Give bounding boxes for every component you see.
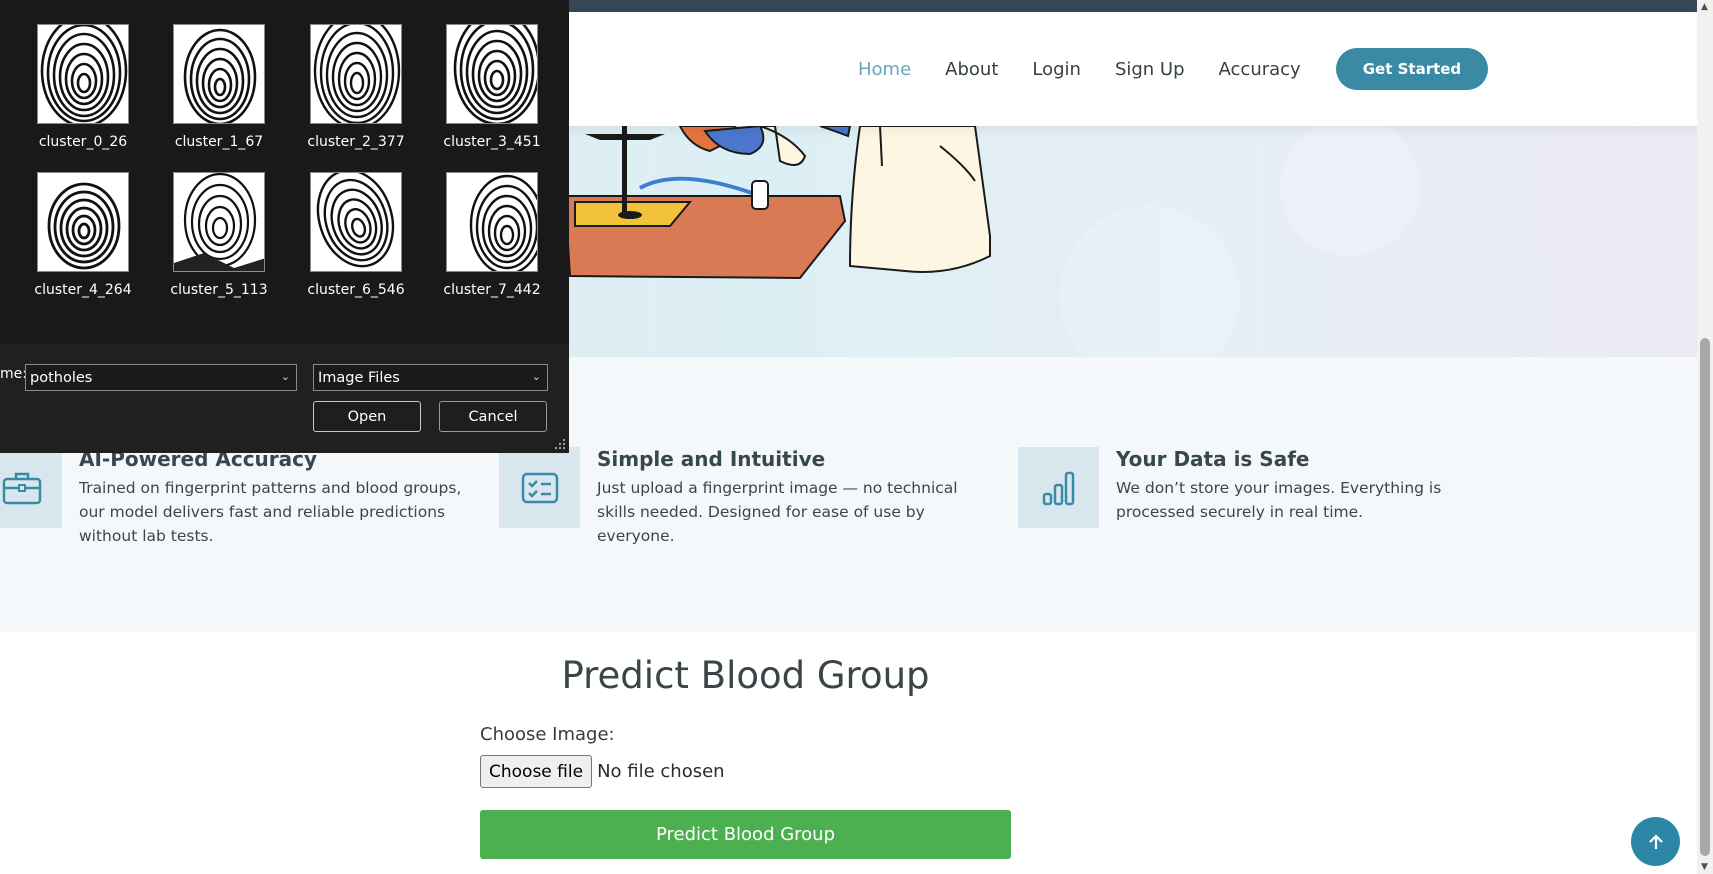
- fingerprint-thumbnail: [37, 24, 129, 124]
- file-name-label: me:: [0, 366, 27, 382]
- arrow-up-icon: [1648, 833, 1663, 849]
- choose-image-label: Choose Image:: [480, 724, 615, 745]
- fingerprint-thumbnail: [446, 172, 538, 272]
- file-item[interactable]: cluster_4_264: [18, 172, 148, 298]
- scroll-down-arrow-icon[interactable]: ▼: [1701, 862, 1708, 872]
- feature-title: Simple and Intuitive: [597, 447, 826, 471]
- file-name: cluster_4_264: [34, 282, 132, 298]
- feature-text: We don’t store your images. Everything i…: [1116, 479, 1442, 521]
- briefcase-icon: [0, 447, 62, 528]
- fingerprint-thumbnail: [173, 172, 265, 272]
- file-item[interactable]: cluster_2_377: [291, 24, 421, 150]
- predict-button[interactable]: Predict Blood Group: [480, 810, 1011, 859]
- file-item[interactable]: cluster_7_442: [427, 172, 557, 298]
- nav-login[interactable]: Login: [1032, 59, 1081, 80]
- scrollbar-thumb[interactable]: [1700, 338, 1710, 856]
- main-nav: Home About Login Sign Up Accuracy Get St…: [858, 12, 1489, 126]
- file-name-value: potholes: [30, 369, 93, 386]
- nav-sign-up[interactable]: Sign Up: [1115, 59, 1185, 80]
- nav-about[interactable]: About: [945, 59, 998, 80]
- file-name: cluster_1_67: [174, 134, 264, 150]
- page-scrollbar[interactable]: ▲ ▼: [1697, 0, 1713, 874]
- file-item[interactable]: cluster_6_546: [291, 172, 421, 298]
- feature-text: Trained on fingerprint patterns and bloo…: [79, 479, 462, 545]
- file-item[interactable]: cluster_0_26: [18, 24, 148, 150]
- file-name: cluster_3_451: [443, 134, 541, 150]
- scroll-up-arrow-icon[interactable]: ▲: [1701, 2, 1708, 12]
- feature-title: Your Data is Safe: [1116, 447, 1310, 471]
- file-item[interactable]: cluster_1_67: [154, 24, 284, 150]
- checklist-icon: [499, 447, 580, 528]
- feature-accuracy: AI-Powered Accuracy Trained on fingerpri…: [0, 447, 471, 548]
- fingerprint-thumbnail: [446, 24, 538, 124]
- scroll-to-top-button[interactable]: [1631, 817, 1680, 866]
- file-name: cluster_2_377: [307, 134, 405, 150]
- file-name-input[interactable]: potholes ⌄: [25, 364, 297, 391]
- predict-section: Predict Blood Group Choose Image: Choose…: [0, 632, 1697, 874]
- fingerprint-thumbnail: [173, 24, 265, 124]
- feature-safe: Your Data is Safe We don’t store your im…: [1018, 447, 1508, 528]
- fingerprint-thumbnail: [37, 172, 129, 272]
- predict-title: Predict Blood Group: [561, 654, 930, 697]
- feature-text: Just upload a fingerprint image — no tec…: [597, 479, 958, 545]
- file-item[interactable]: cluster_5_113: [154, 172, 284, 298]
- file-status: No file chosen: [597, 761, 725, 782]
- chevron-down-icon[interactable]: ⌄: [532, 370, 541, 383]
- file-thumbnail-grid: cluster_0_26 cluster_1_67 cluster_2_377 …: [0, 0, 569, 344]
- file-name: cluster_7_442: [443, 282, 541, 298]
- file-input: Choose file No file chosen: [480, 755, 725, 788]
- open-button[interactable]: Open: [313, 401, 421, 432]
- bar-chart-icon: [1018, 447, 1099, 528]
- nav-home[interactable]: Home: [858, 59, 911, 80]
- fingerprint-thumbnail: [310, 24, 402, 124]
- file-type-value: Image Files: [318, 369, 400, 386]
- file-open-dialog: cluster_0_26 cluster_1_67 cluster_2_377 …: [0, 0, 569, 453]
- nav-accuracy[interactable]: Accuracy: [1219, 59, 1301, 80]
- dialog-footer: me: potholes ⌄ Image Files ⌄ Open Cancel: [0, 344, 569, 453]
- file-name: cluster_0_26: [38, 134, 128, 150]
- file-item[interactable]: cluster_3_451: [427, 24, 557, 150]
- resize-grip-icon[interactable]: [555, 439, 566, 450]
- file-type-select[interactable]: Image Files ⌄: [313, 364, 548, 391]
- choose-file-button[interactable]: Choose file: [480, 755, 593, 788]
- file-name: cluster_5_113: [170, 282, 268, 298]
- chevron-down-icon[interactable]: ⌄: [281, 370, 290, 383]
- file-name: cluster_6_546: [307, 282, 405, 298]
- cancel-button[interactable]: Cancel: [439, 401, 547, 432]
- fingerprint-thumbnail: [310, 172, 402, 272]
- feature-simple: Simple and Intuitive Just upload a finge…: [499, 447, 989, 548]
- get-started-button[interactable]: Get Started: [1335, 48, 1489, 90]
